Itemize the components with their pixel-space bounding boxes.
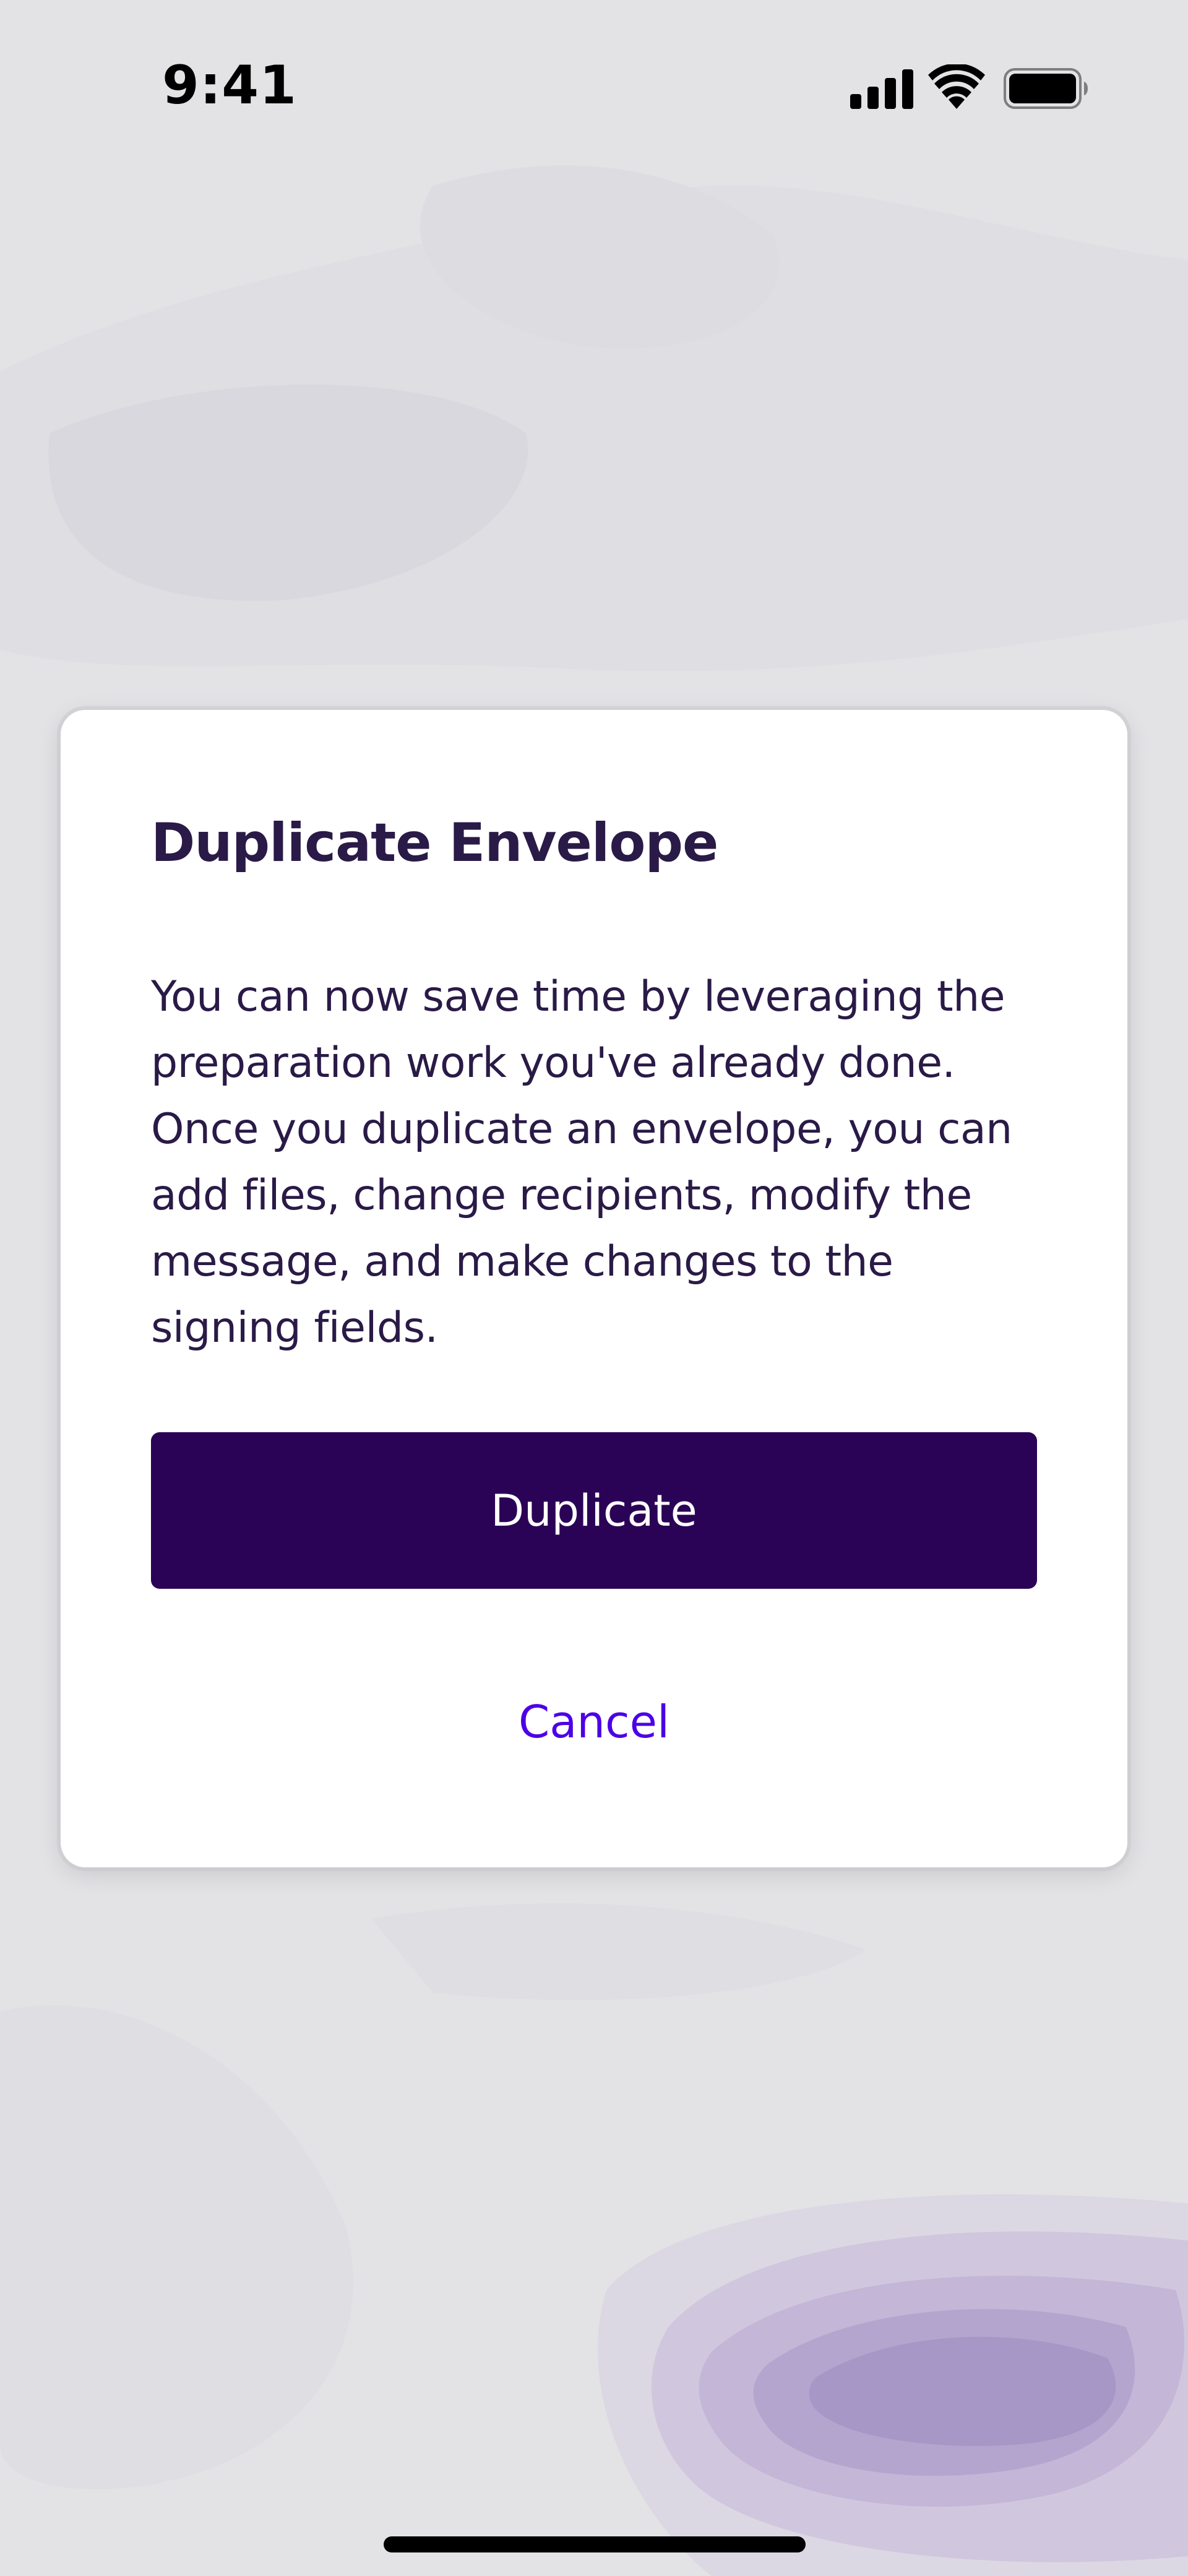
- duplicate-button-label: Duplicate: [491, 1485, 697, 1536]
- cancel-button[interactable]: Cancel: [389, 1675, 799, 1768]
- battery-icon: [1004, 68, 1088, 109]
- dialog-title: Duplicate Envelope: [151, 812, 718, 874]
- dialog-description: You can now save time by leveraging the …: [151, 972, 1012, 1352]
- cellular-signal-icon: [850, 69, 913, 109]
- home-indicator[interactable]: [384, 2536, 806, 2552]
- wifi-icon: [928, 64, 985, 109]
- duplicate-envelope-dialog: Duplicate Envelope You can now save time…: [61, 710, 1127, 1867]
- duplicate-button[interactable]: Duplicate: [151, 1432, 1037, 1589]
- status-bar: 9:41: [0, 0, 1188, 173]
- status-time: 9:41: [162, 54, 297, 116]
- cancel-button-label: Cancel: [519, 1696, 669, 1748]
